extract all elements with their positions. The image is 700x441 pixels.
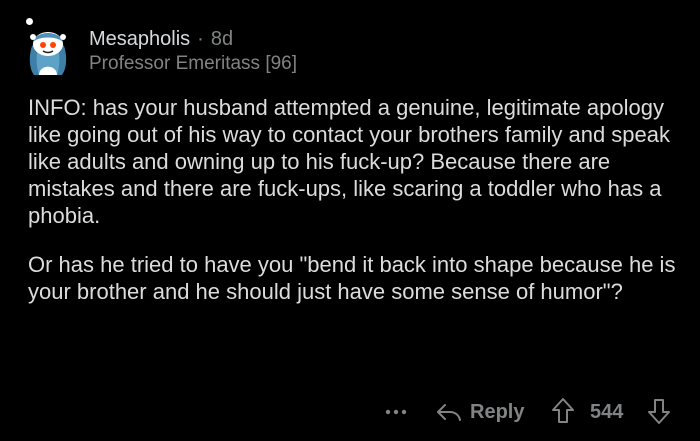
reply-button[interactable]: Reply [436, 396, 524, 428]
avatar[interactable] [24, 22, 72, 76]
comment-body: INFO: has your husband attempted a genui… [28, 94, 688, 305]
downvote-button[interactable] [647, 397, 671, 430]
reply-label: Reply [470, 400, 525, 423]
comment-paragraph: Or has he tried to have you "bend it bac… [28, 252, 676, 304]
comment-paragraph: INFO: has your husband attempted a genui… [28, 95, 671, 228]
downvote-arrow-icon [648, 399, 670, 424]
author-line: Mesapholis · 8d [89, 27, 297, 51]
more-options-button[interactable] [381, 396, 411, 428]
author-name[interactable]: Mesapholis [89, 27, 190, 51]
more-options-icon [385, 409, 407, 415]
upvote-arrow-icon [552, 398, 574, 423]
snoo-avatar-icon [29, 32, 67, 75]
comment-header: Mesapholis · 8d Professor Emeritass [96] [89, 27, 297, 76]
comment: Mesapholis · 8d Professor Emeritass [96]… [0, 0, 700, 441]
vote-score: 544 [590, 401, 624, 423]
reply-arrow-icon [437, 404, 461, 421]
comment-actions: Reply 544 [0, 396, 700, 428]
meta-separator: · [197, 28, 204, 50]
user-flair: Professor Emeritass [96] [89, 53, 298, 74]
comment-age: 8d [210, 28, 234, 50]
upvote-button[interactable] [551, 397, 575, 430]
